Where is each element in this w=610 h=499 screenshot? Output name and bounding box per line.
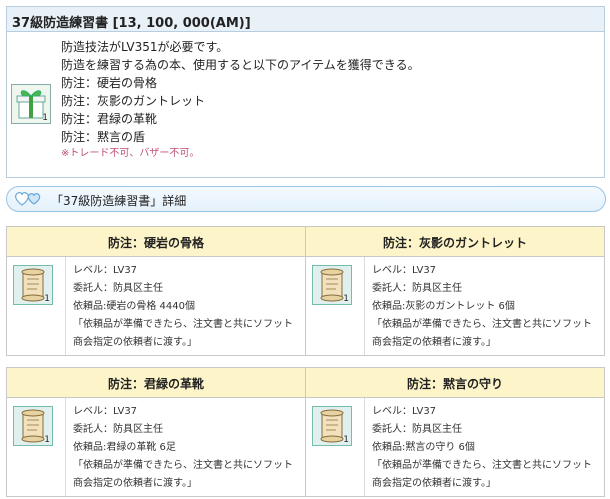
scroll-icon[interactable]: 1 — [13, 265, 53, 305]
recipe-icon-column: 1 — [7, 398, 66, 496]
item-line-description: 防造を練習する為の本、使用すると以下のアイテムを獲得できる。 — [61, 58, 420, 72]
item-count: 1 — [42, 113, 48, 123]
recipe-title: 防注：硬岩の骨格 — [7, 227, 305, 257]
recipe-level: レベル：LV37 — [372, 265, 437, 276]
recipe-request: 依頼品:灰影のガントレット 6個 — [372, 301, 515, 312]
item-line-reward-3: 防注：君緑の革靴 — [61, 112, 158, 126]
recipe-card: 防注：硬岩の骨格 1 レベル：LV37 委託人：防具区主任 依頼品:硬岩の骨格 … — [7, 227, 306, 355]
recipe-request: 依頼品:黙言の守り 6個 — [372, 442, 475, 453]
item-panel: 37級防造練習書 [13, 100, 000(AM)] 1 防造技法がLV351… — [6, 6, 605, 178]
recipe-quote-line-2: 商会指定の依頼者に渡す。」 — [73, 478, 197, 489]
scroll-icon[interactable]: 1 — [13, 406, 53, 446]
recipe-quote-line-1: 「依頼品が準備できたら、注文書と共にソフット — [73, 460, 293, 471]
recipe-body: 1 レベル：LV37 委託人：防具区主任 依頼品:黙言の守り 6個 「依頼品が準… — [306, 398, 604, 496]
item-body: 1 防造技法がLV351が必要です。 防造を練習する為の本、使用すると以下のアイ… — [7, 32, 604, 177]
item-description: 防造技法がLV351が必要です。 防造を練習する為の本、使用すると以下のアイテム… — [61, 38, 420, 161]
recipe-title: 防注：灰影のガントレット — [306, 227, 604, 257]
recipe-client: 委託人：防具区主任 — [73, 424, 163, 435]
recipe-level: レベル：LV37 — [372, 406, 437, 417]
recipe-count: 1 — [44, 294, 50, 304]
recipe-count: 1 — [343, 435, 349, 445]
recipe-card: 防注：黙言の守り 1 レベル：LV37 委託人：防具区主任 依頼品:黙言の守り … — [306, 368, 604, 496]
hearts-icon — [13, 190, 45, 212]
item-line-reward-4: 防注：黙言の盾 — [61, 130, 146, 144]
recipe-title: 防注：君緑の革靴 — [7, 368, 305, 398]
recipe-quote-line-1: 「依頼品が準備できたら、注文書と共にソフット — [372, 319, 592, 330]
recipe-client: 委託人：防具区主任 — [372, 283, 462, 294]
detail-section-header: 「37級防造練習書」詳細 — [6, 186, 606, 212]
gift-box-icon[interactable]: 1 — [11, 84, 51, 124]
recipe-icon-column: 1 — [7, 257, 66, 355]
recipe-icon-column: 1 — [306, 398, 365, 496]
recipe-info: レベル：LV37 委託人：防具区主任 依頼品:灰影のガントレット 6個 「依頼品… — [372, 262, 600, 352]
recipe-quote-line-1: 「依頼品が準備できたら、注文書と共にソフット — [372, 460, 592, 471]
item-line-reward-1: 防注：硬岩の骨格 — [61, 76, 158, 90]
recipe-row: 防注：硬岩の骨格 1 レベル：LV37 委託人：防具区主任 依頼品:硬岩の骨格 … — [6, 226, 605, 356]
recipe-count: 1 — [44, 435, 50, 445]
scroll-icon[interactable]: 1 — [312, 406, 352, 446]
trade-restriction-note: ※トレード不可、バザー不可。 — [61, 148, 200, 159]
scroll-icon[interactable]: 1 — [312, 265, 352, 305]
recipe-quote-line-2: 商会指定の依頼者に渡す。」 — [73, 337, 197, 348]
recipe-body: 1 レベル：LV37 委託人：防具区主任 依頼品:君緑の革靴 6足 「依頼品が準… — [7, 398, 305, 496]
recipe-body: 1 レベル：LV37 委託人：防具区主任 依頼品:硬岩の骨格 4440個 「依頼… — [7, 257, 305, 355]
recipe-request: 依頼品:君緑の革靴 6足 — [73, 442, 176, 453]
item-line-reward-2: 防注：灰影のガントレット — [61, 94, 206, 108]
recipe-card: 防注：君緑の革靴 1 レベル：LV37 委託人：防具区主任 依頼品:君緑の革靴 … — [7, 368, 306, 496]
item-title: 37級防造練習書 [13, 100, 000(AM)] — [7, 7, 604, 32]
recipe-info: レベル：LV37 委託人：防具区主任 依頼品:硬岩の骨格 4440個 「依頼品が… — [73, 262, 301, 352]
recipe-row: 防注：君緑の革靴 1 レベル：LV37 委託人：防具区主任 依頼品:君緑の革靴 … — [6, 367, 605, 497]
recipe-icon-column: 1 — [306, 257, 365, 355]
recipe-level: レベル：LV37 — [73, 265, 138, 276]
recipe-info: レベル：LV37 委託人：防具区主任 依頼品:君緑の革靴 6足 「依頼品が準備で… — [73, 403, 301, 493]
recipe-card: 防注：灰影のガントレット 1 レベル：LV37 委託人：防具区主任 依頼品:灰影… — [306, 227, 604, 355]
recipe-client: 委託人：防具区主任 — [73, 283, 163, 294]
recipe-title: 防注：黙言の守り — [306, 368, 604, 398]
recipe-level: レベル：LV37 — [73, 406, 138, 417]
recipe-quote-line-1: 「依頼品が準備できたら、注文書と共にソフット — [73, 319, 293, 330]
item-line-requirement: 防造技法がLV351が必要です。 — [61, 40, 229, 54]
recipe-quote-line-2: 商会指定の依頼者に渡す。」 — [372, 337, 496, 348]
recipe-request: 依頼品:硬岩の骨格 4440個 — [73, 301, 195, 312]
detail-section-title: 「37級防造練習書」詳細 — [51, 194, 187, 208]
recipe-count: 1 — [343, 294, 349, 304]
recipe-quote-line-2: 商会指定の依頼者に渡す。」 — [372, 478, 496, 489]
recipe-client: 委託人：防具区主任 — [372, 424, 462, 435]
recipe-info: レベル：LV37 委託人：防具区主任 依頼品:黙言の守り 6個 「依頼品が準備で… — [372, 403, 600, 493]
recipe-body: 1 レベル：LV37 委託人：防具区主任 依頼品:灰影のガントレット 6個 「依… — [306, 257, 604, 355]
